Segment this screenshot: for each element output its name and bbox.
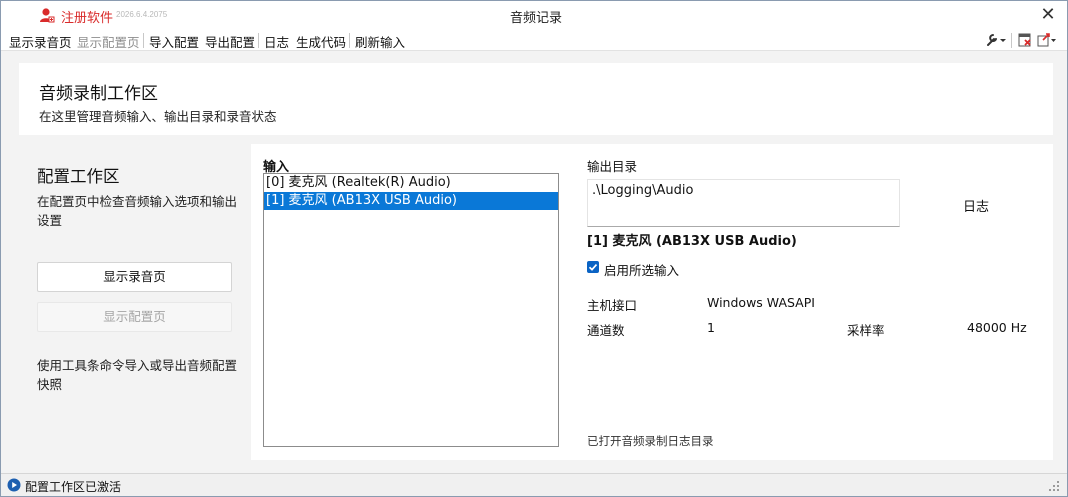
status-bar: 配置工作区已激活: [1, 473, 1067, 496]
output-directory-label: 输出目录: [587, 159, 638, 174]
list-item-input-0[interactable]: [0] 麦克风 (Realtek(R) Audio): [264, 174, 558, 192]
register-user-icon[interactable]: [39, 7, 55, 23]
wrench-dropdown-icon[interactable]: [985, 31, 1007, 49]
close-button[interactable]: ✕: [1037, 4, 1059, 26]
build-version: 2026.6.4.2075: [116, 10, 168, 19]
page-title: 音频录制工作区: [39, 84, 158, 104]
toolbar-separator: [258, 33, 259, 48]
resize-grip-icon[interactable]: [1047, 479, 1061, 493]
page-subtitle: 在这里管理音频输入、输出目录和录音状态: [39, 109, 277, 124]
config-workspace-description: 在配置页中检查音频输入选项和输出设置: [37, 194, 238, 228]
export-dropdown-icon[interactable]: [1035, 31, 1057, 49]
sample-rate-label: 采样率: [847, 323, 885, 338]
toolbar-show-record-page[interactable]: 显示录音页: [9, 32, 72, 51]
header-card: 音频录制工作区 在这里管理音频输入、输出目录和录音状态: [19, 63, 1053, 135]
play-status-icon: [7, 478, 21, 492]
status-text: 配置工作区已激活: [25, 480, 122, 494]
toolbar-refresh-inputs[interactable]: 刷新输入: [355, 32, 405, 51]
input-device-list[interactable]: [0] 麦克风 (Realtek(R) Audio) [1] 麦克风 (AB13…: [263, 173, 559, 447]
list-item-input-1[interactable]: [1] 麦克风 (AB13X USB Audio): [264, 192, 558, 210]
log-link[interactable]: 日志: [963, 196, 989, 215]
toolbar-import-config[interactable]: 导入配置: [149, 32, 199, 51]
title-bar: 注册软件 2026.6.4.2075 音频记录 ✕: [1, 1, 1067, 29]
enable-input-label: 启用所选输入: [604, 263, 680, 278]
toolbar-separator: [1011, 33, 1012, 48]
channels-value: 1: [707, 320, 715, 335]
host-api-label: 主机接口: [587, 298, 638, 313]
clear-log-icon[interactable]: [1015, 31, 1037, 49]
toolbar-generate-code[interactable]: 生成代码: [296, 32, 346, 51]
log-directory-status: 已打开音频录制日志目录: [587, 434, 714, 448]
register-software-link[interactable]: 注册软件: [61, 7, 113, 26]
sample-rate-value: 48000 Hz: [967, 320, 1027, 335]
show-record-page-button[interactable]: 显示录音页: [37, 262, 232, 292]
toolbar-separator: [349, 33, 350, 48]
toolbar-show-config-page[interactable]: 显示配置页: [77, 32, 140, 51]
app-window: 注册软件 2026.6.4.2075 音频记录 ✕ 显示录音页 显示配置页 导入…: [0, 0, 1068, 497]
toolbar-log[interactable]: 日志: [264, 32, 289, 51]
config-panel: 输入 [0] 麦克风 (Realtek(R) Audio) [1] 麦克风 (A…: [251, 144, 1053, 460]
host-api-value: Windows WASAPI: [707, 295, 815, 310]
checkbox-checked-icon[interactable]: [587, 261, 599, 273]
window-title: 音频记录: [509, 11, 562, 26]
toolbar-export-config[interactable]: 导出配置: [205, 32, 255, 51]
output-directory-field[interactable]: .\Logging\Audio: [587, 179, 900, 227]
channels-label: 通道数: [587, 323, 625, 338]
config-workspace-title: 配置工作区: [37, 167, 120, 186]
toolbar: 显示录音页 显示配置页 导入配置 导出配置 日志 生成代码 刷新输入: [1, 29, 1067, 51]
selected-device-name: [1] 麦克风 (AB13X USB Audio): [587, 234, 797, 249]
show-config-page-button[interactable]: 显示配置页: [37, 302, 232, 332]
toolbar-separator: [143, 33, 144, 48]
config-workspace-note: 使用工具条命令导入或导出音频配置快照: [37, 358, 238, 392]
